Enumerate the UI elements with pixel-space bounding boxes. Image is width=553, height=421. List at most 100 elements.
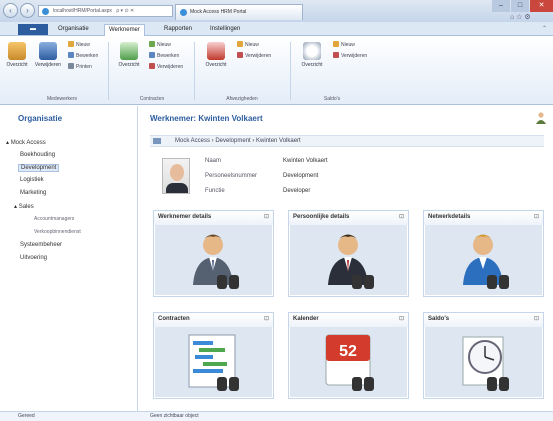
verwijderen-afwezigheid-button[interactable]: Verwijderen: [237, 52, 271, 59]
tile-persoonlijke-details[interactable]: Persoonlijke details ⊡: [288, 210, 409, 297]
delete-balance-icon: [333, 52, 339, 58]
expand-icon[interactable]: ⊡: [399, 315, 404, 322]
avatar: [162, 158, 190, 194]
verwijderen-saldo-button[interactable]: Verwijderen: [333, 52, 367, 59]
overzicht-contracten-button[interactable]: Overzicht: [114, 42, 144, 68]
expand-icon[interactable]: ⊡: [264, 315, 269, 322]
tile-body: [155, 327, 272, 397]
person-tie-binoculars-icon: [328, 234, 374, 289]
ribbon-separator: [290, 42, 291, 100]
add-balance-icon: [333, 41, 339, 47]
avatar-face: [170, 164, 184, 181]
group-label-saldos: Saldo's: [323, 96, 341, 102]
tile-body: [155, 225, 272, 295]
info-value-personeelsnummer: Development: [283, 173, 319, 179]
clock-icon: [303, 42, 321, 60]
tile-title: Kalender: [289, 313, 408, 327]
add-absence-icon: [237, 41, 243, 47]
nieuw-afwezigheid-button[interactable]: Nieuw: [237, 41, 259, 48]
address-text: localhost/HRM/Portal.aspx: [53, 8, 112, 14]
nieuw-saldo-button[interactable]: Nieuw: [333, 41, 355, 48]
nieuw-medewerker-button[interactable]: Nieuw: [68, 41, 90, 48]
tree-item-development[interactable]: Development: [18, 164, 60, 172]
tree-item-boekhouding[interactable]: Boekhouding: [20, 152, 55, 158]
avatar-body: [166, 183, 188, 193]
address-bar[interactable]: localhost/HRM/Portal.aspx ρ ▾ ⊙ ✕: [38, 5, 173, 17]
maximize-button[interactable]: □: [511, 0, 529, 12]
tile-saldos[interactable]: Saldo's ⊡: [423, 312, 544, 399]
calendar-icon: [207, 42, 225, 60]
tree-item-logistiek[interactable]: Logistiek: [20, 177, 44, 183]
file-tab[interactable]: ▬: [18, 24, 48, 35]
page-title: Werknemer: Kwinten Volkaert: [150, 114, 263, 123]
tab-organisatie[interactable]: Organisatie: [54, 24, 93, 36]
tab-instellingen[interactable]: Instellingen: [206, 24, 244, 36]
contract-icon: [120, 42, 138, 60]
tab-title: Mock Access HRM Portal: [190, 9, 247, 15]
add-person-icon: [68, 41, 74, 47]
browser-toolbar-icons[interactable]: ⌂ ☆ ⚙: [510, 13, 531, 21]
browser-tab[interactable]: Mock Access HRM Portal: [175, 4, 303, 20]
verwijderen-medewerker-button[interactable]: Verwijderen: [32, 42, 64, 68]
tree-item-verkoopbinnendienst[interactable]: Verkoopbinnendienst: [34, 229, 81, 235]
tile-body: 52: [290, 327, 407, 397]
tree-item-uitvoering[interactable]: Uitvoering: [20, 255, 47, 261]
tree-item-sales[interactable]: ▴ Sales: [14, 203, 34, 210]
tile-title: Persoonlijke details: [289, 211, 408, 225]
people-icon: [8, 42, 26, 60]
tile-contracten[interactable]: Contracten ⊡: [153, 312, 274, 399]
person-remove-icon: [39, 42, 57, 60]
tab-rapporten[interactable]: Rapporten: [160, 24, 196, 36]
close-button[interactable]: ✕: [530, 0, 553, 12]
ribbon-collapse-icon[interactable]: ⌃: [542, 25, 547, 32]
add-contract-icon: [149, 41, 155, 47]
tile-body: [290, 225, 407, 295]
minimize-button[interactable]: –: [492, 0, 510, 12]
info-label-personeelsnummer: Personeelsnummer: [205, 173, 258, 179]
bewerken-medewerker-button[interactable]: Bewerken: [68, 52, 98, 59]
status-ready: Gereed: [18, 413, 35, 419]
tile-kalender[interactable]: Kalender ⊡ 52: [288, 312, 409, 399]
edit-person-icon: [68, 52, 74, 58]
person-binoculars-icon: [193, 234, 239, 289]
expand-icon[interactable]: ⊡: [534, 213, 539, 220]
tree-item-accountmanagers[interactable]: Accountmanagers: [34, 216, 74, 222]
tile-title: Werknemer details: [154, 211, 273, 225]
user-icon[interactable]: [536, 112, 546, 124]
expand-icon[interactable]: ⊡: [399, 213, 404, 220]
tile-netwerkdetails[interactable]: Netwerkdetails ⊡: [423, 210, 544, 297]
calendar-day: 52: [339, 343, 357, 360]
expand-icon[interactable]: ⊡: [534, 315, 539, 322]
bewerken-contract-button[interactable]: Bewerken: [149, 52, 179, 59]
overzicht-saldos-button[interactable]: Overzicht: [296, 42, 328, 68]
tile-werknemer-details[interactable]: Werknemer details ⊡: [153, 210, 274, 297]
nieuw-contract-button[interactable]: Nieuw: [149, 41, 171, 48]
status-bar: Gereed Geen zichtbaar object: [0, 411, 553, 421]
forward-button[interactable]: ›: [20, 3, 35, 18]
breadcrumb[interactable]: Mock Access › Development › Kwinten Volk…: [150, 135, 544, 147]
chart-binoculars-icon: [188, 334, 239, 391]
person-blue-binoculars-icon: [463, 234, 509, 289]
edit-contract-icon: [149, 52, 155, 58]
tab-werknemer[interactable]: Werknemer: [104, 24, 145, 36]
ribbon-separator: [194, 42, 195, 100]
overzicht-afwezigheden-button[interactable]: Overzicht: [200, 42, 232, 68]
home-icon[interactable]: [153, 138, 161, 144]
overzicht-medewerkers-button[interactable]: Overzicht: [4, 42, 30, 68]
address-tools[interactable]: ρ ▾ ⊙ ✕: [116, 8, 134, 14]
expand-icon[interactable]: ⊡: [264, 213, 269, 220]
printen-button[interactable]: Printen: [68, 63, 92, 70]
group-label-contracten: Contracten: [139, 96, 165, 102]
tree-item-marketing[interactable]: Marketing: [20, 190, 46, 196]
info-value-functie: Developer: [283, 188, 311, 194]
tree-item-mock-access[interactable]: ▴ Mock Access: [6, 139, 46, 146]
tile-title: Netwerkdetails: [424, 211, 543, 225]
info-label-naam: Naam: [205, 158, 222, 164]
delete-absence-icon: [237, 52, 243, 58]
ie-icon: [180, 9, 187, 16]
ribbon-separator: [108, 42, 109, 100]
back-button[interactable]: ‹: [3, 3, 18, 18]
tree-item-systeembeheer[interactable]: Systeembeheer: [20, 242, 62, 248]
verwijderen-contract-button[interactable]: Verwijderen: [149, 63, 183, 70]
status-text: Geen zichtbaar object: [150, 413, 199, 419]
